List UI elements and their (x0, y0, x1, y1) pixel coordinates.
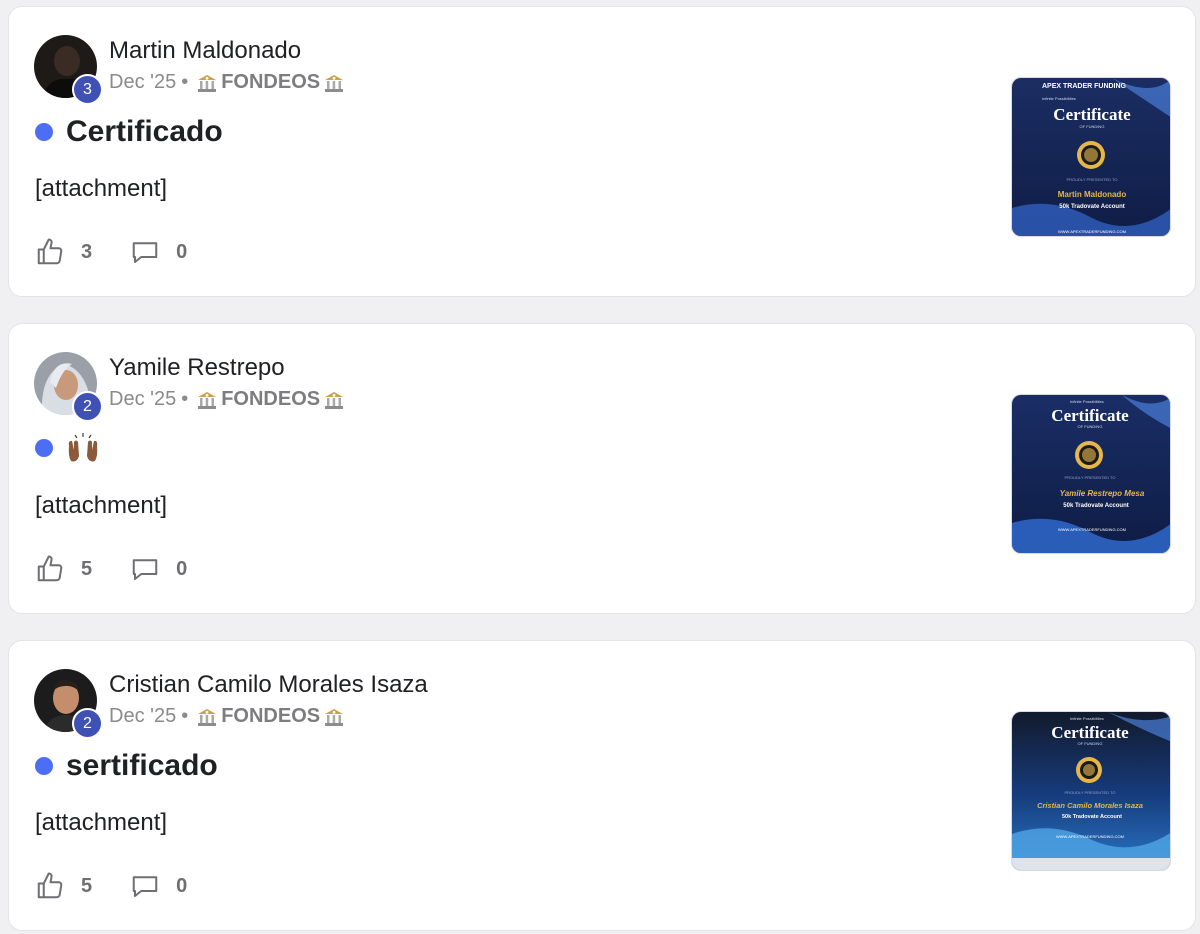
certificate-brand: APEX TRADER FUNDING (1042, 83, 1127, 90)
certificate-image: Infinite Possibilities Certificate OF FU… (1012, 712, 1170, 870)
certificate-subheading: OF FUNDING (1078, 424, 1103, 429)
certificate-account: 50k Tradovate Account (1062, 814, 1122, 820)
post-meta: Dec '25 • FONDEOS (109, 388, 348, 411)
author-avatar[interactable]: 2 (34, 352, 103, 422)
bank-icon (197, 73, 217, 93)
certificate-tagline: Infinite Possibilities (1070, 716, 1104, 721)
raised-hands-icon (68, 433, 98, 462)
certificate-heading: Certificate (1051, 406, 1129, 425)
post-title-row[interactable]: Certificado (35, 115, 223, 149)
author-name[interactable]: Martin Maldonado (109, 37, 301, 65)
certificate-image: APEX TRADER FUNDING Infinite Possibiliti… (1012, 78, 1170, 236)
certificate-website: WWW.APEXTRADERFUNDING.COM (1058, 229, 1126, 234)
like-count: 3 (81, 240, 93, 263)
level-badge: 2 (72, 391, 103, 422)
like-count: 5 (81, 557, 93, 580)
certificate-heading: Certificate (1053, 105, 1131, 124)
certificate-image: Infinite Possibilities Certificate OF FU… (1012, 395, 1170, 553)
certificate-website: WWW.APEXTRADERFUNDING.COM (1058, 527, 1126, 532)
post-title[interactable]: sertificado (66, 749, 218, 783)
certificate-presented: PROUDLY PRESENTED TO (1064, 475, 1115, 480)
award-seal-icon (1076, 757, 1102, 783)
unread-dot (35, 757, 53, 775)
comment-count: 0 (176, 557, 188, 580)
certificate-tagline: Infinite Possibilities (1042, 96, 1076, 101)
author-avatar[interactable]: 3 (34, 35, 103, 105)
award-seal-icon (1077, 141, 1105, 169)
attachment-thumbnail[interactable]: Infinite Possibilities Certificate OF FU… (1011, 711, 1171, 871)
certificate-website: WWW.APEXTRADERFUNDING.COM (1056, 834, 1124, 839)
post-card[interactable]: 2 Yamile Restrepo Dec '25 • FONDEOS [att… (8, 323, 1196, 614)
certificate-presented: PROUDLY PRESENTED TO (1064, 790, 1115, 795)
post-meta: Dec '25 • FONDEOS (109, 705, 348, 728)
comment-button[interactable]: 0 (130, 237, 187, 267)
thumbs-up-icon (37, 872, 63, 899)
unread-dot (35, 439, 53, 457)
certificate-presented: PROUDLY PRESENTED TO (1066, 177, 1117, 182)
comment-button[interactable]: 0 (130, 871, 187, 901)
bank-icon (324, 73, 344, 93)
meta-separator: • (181, 71, 189, 93)
comment-button[interactable]: 0 (130, 554, 187, 584)
like-count: 5 (81, 874, 93, 897)
bank-icon (197, 707, 217, 727)
comment-icon (132, 242, 158, 263)
post-date: Dec '25 (109, 388, 177, 410)
post-card[interactable]: 3 Martin Maldonado Dec '25 • FONDEOS Cer… (8, 6, 1196, 297)
attachment-thumbnail[interactable]: APEX TRADER FUNDING Infinite Possibiliti… (1011, 77, 1171, 237)
post-title[interactable]: Certificado (66, 115, 223, 149)
post-actions: 3 0 (35, 237, 187, 267)
certificate-recipient: Cristian Camilo Morales Isaza (1037, 801, 1143, 810)
certificate-heading: Certificate (1051, 723, 1129, 742)
post-actions: 5 0 (35, 871, 187, 901)
certificate-account: 50k Tradovate Account (1059, 204, 1124, 210)
level-badge: 2 (72, 708, 103, 739)
thumbs-up-icon (37, 555, 63, 582)
category-link[interactable]: FONDEOS (221, 705, 320, 728)
comment-icon (132, 876, 158, 897)
certificate-recipient: Martin Maldonado (1058, 190, 1127, 199)
comment-count: 0 (176, 240, 188, 263)
comment-icon (132, 559, 158, 580)
comment-count: 0 (176, 874, 188, 897)
unread-dot (35, 123, 53, 141)
thumbs-up-icon (37, 238, 63, 265)
certificate-account: 50k Tradovate Account (1063, 503, 1128, 509)
certificate-tagline: Infinite Possibilities (1070, 399, 1104, 404)
category-link[interactable]: FONDEOS (221, 388, 320, 411)
bank-icon (197, 390, 217, 410)
certificate-recipient: Yamile Restrepo Mesa (1060, 489, 1145, 498)
like-button[interactable]: 3 (35, 237, 92, 267)
certificate-subheading: OF FUNDING (1080, 124, 1105, 129)
category-link[interactable]: FONDEOS (221, 71, 320, 94)
post-body: [attachment] (35, 175, 168, 202)
post-body: [attachment] (35, 809, 168, 836)
like-button[interactable]: 5 (35, 871, 92, 901)
attachment-thumbnail[interactable]: Infinite Possibilities Certificate OF FU… (1011, 394, 1171, 554)
award-seal-icon (1075, 441, 1103, 469)
bank-icon (324, 390, 344, 410)
level-badge: 3 (72, 74, 103, 105)
post-actions: 5 0 (35, 554, 187, 584)
post-date: Dec '25 (109, 705, 177, 727)
bank-icon (324, 707, 344, 727)
post-date: Dec '25 (109, 71, 177, 93)
like-button[interactable]: 5 (35, 554, 92, 584)
meta-separator: • (181, 388, 189, 410)
post-title-row[interactable]: sertificado (35, 749, 218, 783)
author-avatar[interactable]: 2 (34, 669, 103, 739)
post-card[interactable]: 2 Cristian Camilo Morales Isaza Dec '25 … (8, 640, 1196, 931)
author-name[interactable]: Yamile Restrepo (109, 354, 285, 382)
post-title-row[interactable] (35, 432, 100, 464)
meta-separator: • (181, 705, 189, 727)
certificate-subheading: OF FUNDING (1078, 741, 1103, 746)
post-meta: Dec '25 • FONDEOS (109, 71, 348, 94)
author-name[interactable]: Cristian Camilo Morales Isaza (109, 671, 428, 699)
post-body: [attachment] (35, 492, 168, 519)
